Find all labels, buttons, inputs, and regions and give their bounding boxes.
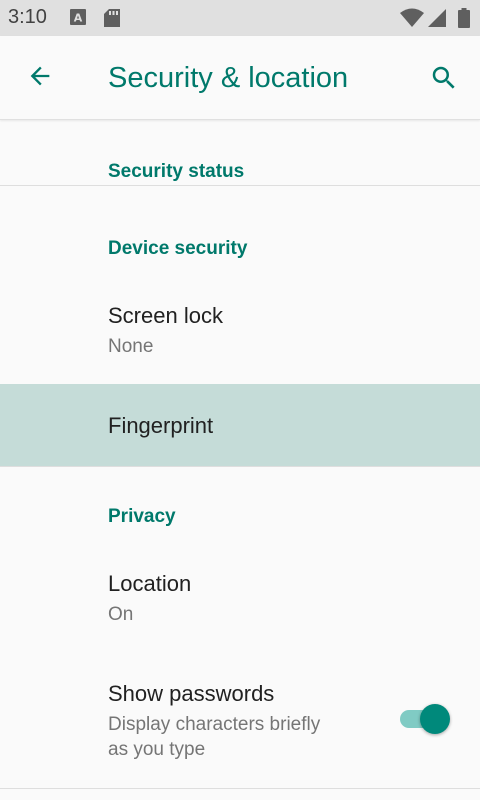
search-icon xyxy=(429,63,459,98)
toggle-thumb xyxy=(420,704,450,734)
battery-icon xyxy=(458,8,470,33)
status-bar: 3:10 A xyxy=(0,0,480,36)
fingerprint-preference[interactable]: Fingerprint xyxy=(0,384,480,466)
page-title: Security & location xyxy=(108,62,349,94)
sd-card-icon xyxy=(104,9,120,32)
app-bar: Security & location xyxy=(0,36,480,120)
text-a-icon: A xyxy=(70,9,86,30)
location-preference[interactable]: Location On xyxy=(0,552,480,652)
section-divider xyxy=(0,185,480,186)
screen-lock-summary: None xyxy=(108,336,154,357)
arrow-back-icon xyxy=(26,62,54,95)
location-summary: On xyxy=(108,604,134,625)
fingerprint-title: Fingerprint xyxy=(108,413,214,438)
screen-lock-title: Screen lock xyxy=(108,303,223,328)
show-passwords-toggle[interactable] xyxy=(398,702,452,736)
show-passwords-title: Show passwords xyxy=(108,681,275,706)
cell-signal-icon xyxy=(428,8,446,33)
show-passwords-summary-line2: as you type xyxy=(108,739,206,760)
show-passwords-summary-line1: Display characters briefly xyxy=(108,714,321,735)
svg-text:A: A xyxy=(74,12,83,25)
wifi-icon xyxy=(400,8,424,33)
search-button[interactable] xyxy=(422,58,466,102)
back-button[interactable] xyxy=(20,58,60,98)
section-divider xyxy=(0,788,480,789)
category-device-security: Device security xyxy=(108,238,248,259)
screen-lock-preference[interactable]: Screen lock None xyxy=(0,284,480,384)
category-security-status: Security status xyxy=(108,161,245,182)
category-privacy: Privacy xyxy=(108,506,176,527)
location-title: Location xyxy=(108,571,192,596)
status-time: 3:10 xyxy=(8,6,47,28)
section-divider xyxy=(0,466,480,467)
